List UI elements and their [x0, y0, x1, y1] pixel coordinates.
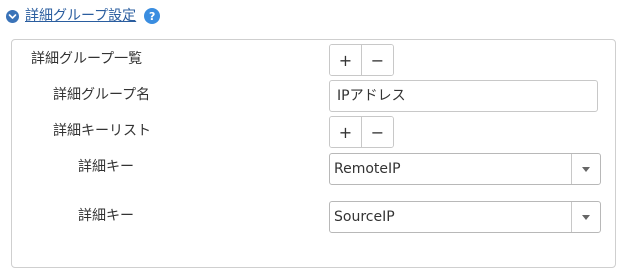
key-list-button-group: + − [329, 116, 394, 148]
add-key-button[interactable]: + [330, 117, 361, 147]
group-list-button-group: + − [329, 44, 394, 76]
section-title[interactable]: 詳細グループ設定 [25, 7, 136, 25]
key-select-value: SourceIP [334, 209, 395, 225]
chevron-down-icon[interactable] [6, 9, 19, 23]
section-header[interactable]: 詳細グループ設定 ? [6, 6, 161, 26]
group-name-label: 詳細グループ名 [53, 87, 151, 103]
remove-group-button[interactable]: − [361, 45, 393, 75]
group-list-label: 詳細グループ一覧 [31, 51, 143, 67]
key-select[interactable]: RemoteIP [329, 153, 601, 185]
remove-key-button[interactable]: − [361, 117, 393, 147]
settings-panel: 詳細グループ一覧 + − 詳細グループ名 IPアドレス 詳細キーリスト + − … [11, 39, 616, 268]
group-name-input[interactable]: IPアドレス [329, 80, 598, 112]
key-label: 詳細キー [78, 159, 134, 175]
key-select-value: RemoteIP [334, 161, 401, 177]
help-icon[interactable]: ? [144, 8, 161, 24]
key-list-label: 詳細キーリスト [53, 123, 151, 139]
dropdown-arrow-icon[interactable] [571, 154, 600, 184]
add-group-button[interactable]: + [330, 45, 361, 75]
key-label: 詳細キー [78, 208, 134, 224]
dropdown-arrow-icon[interactable] [571, 202, 600, 232]
key-select[interactable]: SourceIP [329, 201, 601, 233]
detail-group-settings: 詳細グループ設定 ? 詳細グループ一覧 + − 詳細グループ名 IPアドレス 詳… [0, 0, 634, 280]
